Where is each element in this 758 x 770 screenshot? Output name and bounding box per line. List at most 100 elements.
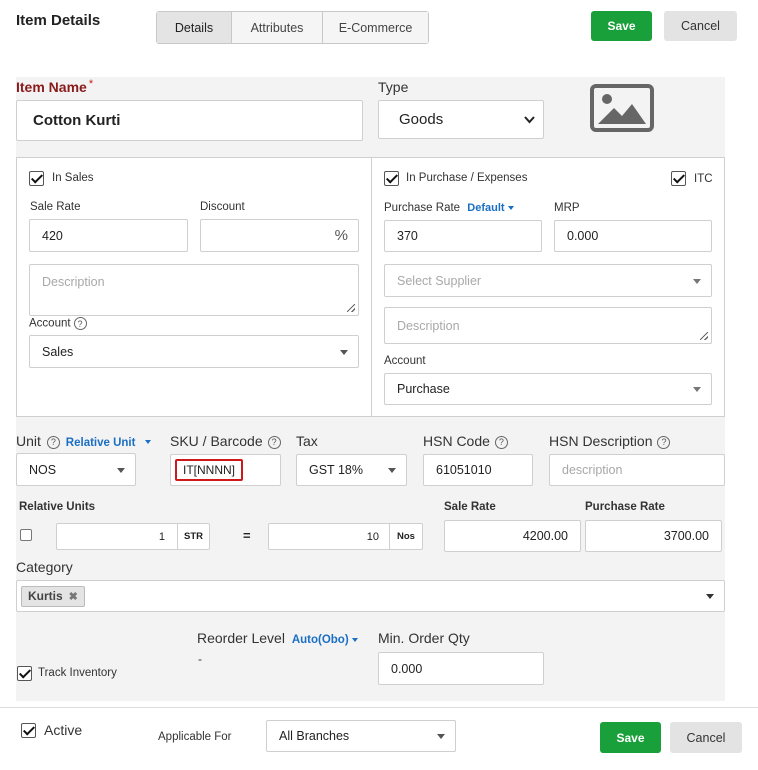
relative-unit-link-label: Relative Unit [65,437,136,449]
cancel-button[interactable]: Cancel [664,11,737,41]
sales-account-select[interactable]: Sales [29,335,359,368]
mrp-label: MRP [554,202,580,214]
relative-unit-link[interactable]: Relative Unit [66,437,136,449]
tab-bar: Details Attributes E-Commerce [156,11,429,44]
relative-unit-left: STR [177,524,209,549]
applicable-for-select[interactable]: All Branches [266,720,456,752]
footer-cancel-button[interactable]: Cancel [670,722,742,753]
type-select[interactable]: Goods [378,100,544,139]
default-rate-link[interactable]: Default [467,202,514,214]
hsn-description-input[interactable]: description [549,454,725,486]
caret-down-icon [340,349,348,355]
purchase-description-textarea[interactable]: Description [384,307,712,344]
relative-units-checkbox[interactable] [20,529,32,541]
type-label: Type [378,79,409,95]
sale-rate-label: Sale Rate [30,201,81,213]
hsn-input[interactable]: 61051010 [423,454,533,486]
relative-qty-right-input[interactable]: 10 Nos [268,523,423,550]
purchase-account-value: Purchase [397,382,450,396]
itc-label: ITC [694,173,713,185]
item-name-label-group: Item Name * [16,78,93,95]
hsn-label-group: HSN Code? [423,433,508,449]
active-label: Active [44,722,83,738]
footer-save-button[interactable]: Save [600,722,661,753]
purchase-account-select[interactable]: Purchase [384,373,712,405]
relative-sale-rate-label: Sale Rate [444,501,496,513]
help-icon[interactable]: ? [73,317,87,330]
resize-grip-icon[interactable] [347,304,355,312]
sku-label: SKU / Barcode [170,433,263,449]
tab-attributes[interactable]: Attributes [232,12,323,43]
mrp-input[interactable]: 0.000 [554,220,712,252]
min-order-qty-input[interactable]: 0.000 [378,652,544,685]
unit-label-group: Unit? Relative Unit [16,433,152,449]
discount-input[interactable]: % [200,219,359,252]
tax-select[interactable]: GST 18% [296,454,407,486]
percent-suffix: % [334,227,348,244]
active-checkbox[interactable] [21,723,36,738]
sku-input[interactable]: IT[NNNN] [170,454,281,486]
help-icon[interactable]: ? [494,435,508,449]
purchase-account-label: Account [384,355,426,367]
category-multiselect[interactable]: Kurtis ✖ [16,580,725,612]
caret-down-icon [706,594,714,599]
in-purchase-label: In Purchase / Expenses [406,172,528,184]
section-divider [371,158,372,416]
sku-label-group: SKU / Barcode? [170,433,281,449]
reorder-level-value: - [198,652,202,666]
remove-chip-icon[interactable]: ✖ [69,590,78,603]
discount-label: Discount [200,201,245,213]
image-placeholder-icon[interactable] [590,84,654,132]
sales-description-textarea[interactable]: Description [29,264,359,316]
sale-rate-input[interactable]: 420 [29,219,188,252]
caret-down-icon [351,637,358,642]
relative-unit-right: Nos [389,524,422,549]
caret-down-icon[interactable] [145,440,152,445]
caret-down-icon [507,206,514,211]
hsn-description-label: HSN Description [549,433,653,449]
itc-checkbox[interactable] [671,171,686,186]
purchase-rate-input[interactable]: 370 [384,220,542,252]
save-button[interactable]: Save [591,11,652,41]
relative-purchase-rate-input[interactable]: 3700.00 [585,520,722,552]
relative-qty-left-input[interactable]: 1 STR [56,523,210,550]
footer-divider [0,707,758,708]
in-sales-checkbox[interactable] [29,171,44,186]
resize-grip-icon[interactable] [700,332,708,340]
chevron-down-icon [524,116,535,124]
hsn-description-placeholder: description [562,463,623,477]
category-chip-label: Kurtis [28,589,63,603]
caret-down-icon [693,278,701,284]
caret-down-icon [117,467,125,473]
supplier-select[interactable]: Select Supplier [384,264,712,297]
reorder-level-label-group: Reorder Level Auto(Obo) [197,630,358,646]
hsn-description-label-group: HSN Description? [549,433,671,449]
tax-select-value: GST 18% [309,463,363,477]
unit-select[interactable]: NOS [16,453,136,486]
item-name-input[interactable]: Cotton Kurti [16,100,363,141]
sku-value: IT[NNNN] [175,459,243,481]
sales-account-label: Account [29,317,71,330]
track-inventory-checkbox[interactable] [17,666,32,681]
applicable-for-label: Applicable For [158,731,232,743]
help-icon[interactable]: ? [657,435,671,449]
tab-e-commerce[interactable]: E-Commerce [323,12,428,43]
caret-down-icon [437,734,445,739]
min-order-qty-label: Min. Order Qty [378,630,470,646]
help-icon[interactable]: ? [46,435,60,449]
sales-account-label-group: Account? [29,317,87,330]
reorder-auto-link[interactable]: Auto(Obo) [292,634,358,646]
caret-down-icon [693,387,701,392]
tab-details[interactable]: Details [157,12,232,43]
relative-units-label: Relative Units [19,501,96,513]
sales-description-placeholder: Description [42,275,105,289]
help-icon[interactable]: ? [267,435,281,449]
relative-qty-right-value: 10 [366,530,379,543]
reorder-level-label: Reorder Level [197,630,285,646]
hsn-label: HSN Code [423,433,490,449]
unit-label: Unit [16,433,41,449]
relative-sale-rate-input[interactable]: 4200.00 [444,520,581,552]
category-chip[interactable]: Kurtis ✖ [21,585,85,607]
in-purchase-checkbox[interactable] [384,171,399,186]
relative-qty-left-value: 1 [158,530,165,543]
